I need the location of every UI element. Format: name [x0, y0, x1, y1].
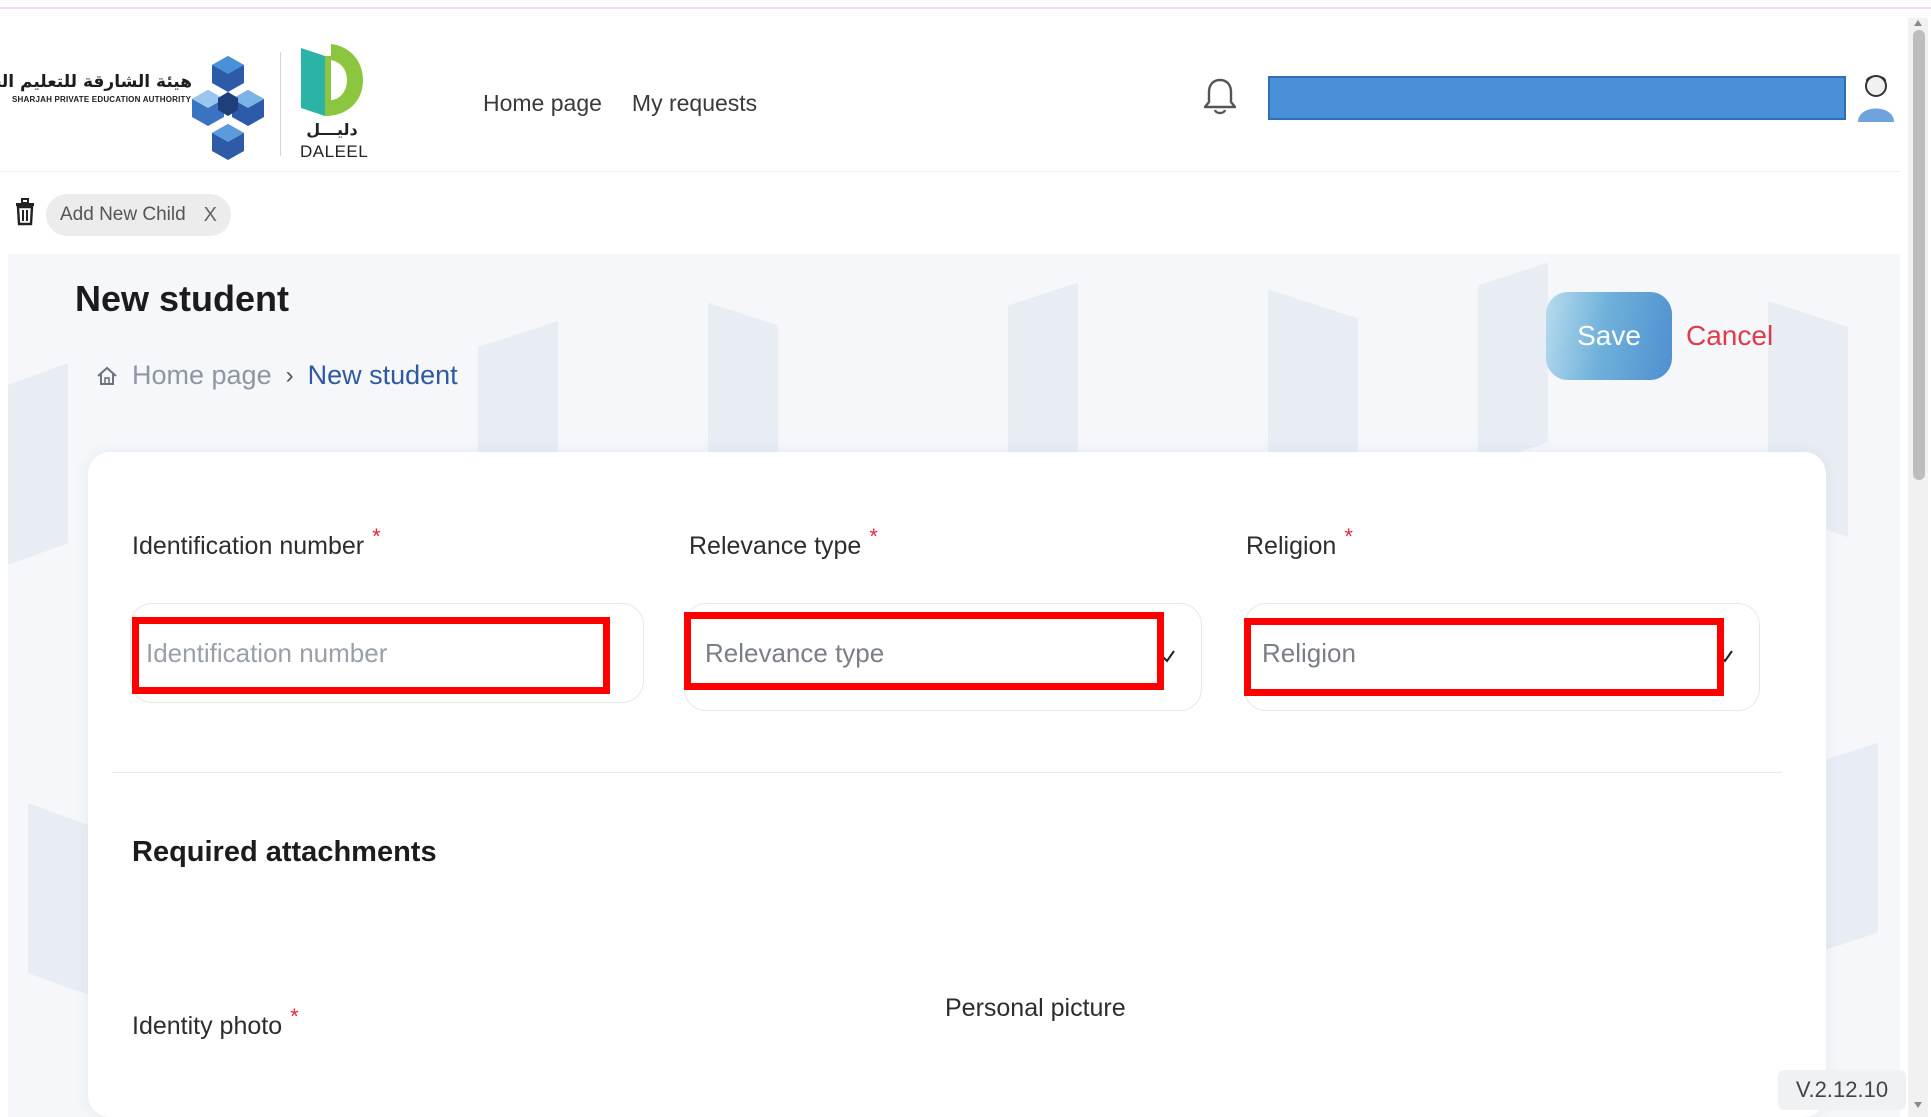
identification-number-label: Identification number *: [132, 524, 381, 561]
chevron-down-icon[interactable]: [1718, 648, 1734, 664]
daleel-name-arabic: دليـــل: [306, 120, 358, 139]
relevance-type-label: Relevance type *: [689, 524, 878, 561]
open-tabs-row: Add New Child X: [0, 180, 1900, 248]
religion-label: Religion *: [1246, 524, 1353, 561]
main-nav: Home page My requests: [483, 90, 757, 117]
identity-photo-label: Identity photo *: [132, 1004, 299, 1041]
spea-logo-icon: [192, 56, 264, 160]
authority-name-english: SHARJAH PRIVATE EDUCATION AUTHORITY: [12, 95, 192, 104]
relevance-type-label-text: Relevance type: [689, 532, 862, 560]
chevron-down-icon[interactable]: [1160, 648, 1176, 664]
breadcrumb: Home page › New student: [96, 360, 458, 391]
scroll-down-arrow-icon[interactable]: [1913, 1100, 1923, 1110]
section-divider: [112, 772, 1782, 773]
bg-shape: [8, 363, 68, 565]
bg-shape: [28, 803, 88, 995]
nav-home-link[interactable]: Home page: [483, 90, 602, 117]
relevance-type-value[interactable]: Relevance type: [705, 638, 884, 669]
authority-name-arabic: هيئة الشارقة للتعليم الخاص: [0, 72, 192, 92]
identification-number-label-text: Identification number: [132, 532, 365, 560]
page-title: New student: [75, 278, 290, 319]
spea-logo-text: هيئة الشارقة للتعليم الخاص SHARJAH PRIVA…: [0, 72, 192, 104]
required-mark: *: [1344, 524, 1353, 549]
top-accent-line: [0, 0, 1931, 9]
app-header: هيئة الشارقة للتعليم الخاص SHARJAH PRIVA…: [0, 10, 1900, 172]
scrollbar-thumb[interactable]: [1913, 30, 1925, 480]
breadcrumb-home-link[interactable]: Home page: [132, 360, 272, 391]
identification-number-input[interactable]: [146, 630, 596, 676]
identity-photo-label-text: Identity photo: [132, 1012, 283, 1040]
required-mark: *: [869, 524, 878, 549]
breadcrumb-separator: ›: [285, 361, 294, 389]
home-icon: [97, 366, 117, 385]
required-attachments-title: Required attachments: [132, 836, 437, 868]
tab-chip-add-new-child[interactable]: Add New Child X: [46, 194, 232, 236]
logo-divider: [280, 52, 281, 156]
required-mark: *: [290, 1004, 299, 1029]
religion-label-text: Religion: [1246, 532, 1337, 560]
user-name-bar[interactable]: [1268, 76, 1846, 120]
religion-value[interactable]: Religion: [1262, 638, 1356, 669]
daleel-logo-icon: [301, 44, 363, 116]
save-button[interactable]: Save: [1546, 292, 1672, 380]
tab-chip-label: Add New Child: [60, 204, 186, 225]
nav-my-requests-link[interactable]: My requests: [632, 90, 757, 117]
required-mark: *: [372, 524, 381, 549]
breadcrumb-current: New student: [307, 360, 458, 390]
trash-icon[interactable]: [14, 198, 36, 226]
daleel-name-latin: DALEEL: [300, 142, 369, 161]
personal-picture-label: Personal picture: [945, 994, 1126, 1022]
user-avatar-icon[interactable]: [1856, 70, 1896, 130]
bg-shape: [1478, 262, 1548, 466]
version-badge: V.2.12.10: [1778, 1070, 1906, 1110]
scroll-up-arrow-icon[interactable]: [1913, 18, 1923, 28]
cancel-button[interactable]: Cancel: [1686, 320, 1773, 352]
close-icon[interactable]: X: [204, 204, 217, 227]
bell-icon[interactable]: [1203, 76, 1237, 116]
